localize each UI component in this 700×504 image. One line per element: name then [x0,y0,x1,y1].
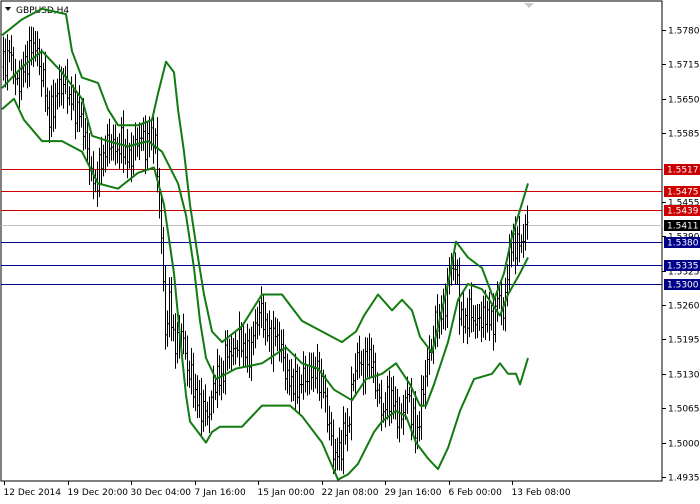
y-tick-label: 1.5130 [668,371,700,381]
price-label-text: 1.5335 [667,262,699,272]
y-tick-label: 1.5065 [668,405,700,415]
support-price-label: 1.5300 [664,279,700,291]
y-tick-label: 1.4935 [668,474,700,484]
y-tick-label: 1.5650 [668,96,700,106]
y-tick-label: 1.5000 [668,440,700,450]
chart-title: GBPUSD,H4 [16,6,69,16]
price-label-text: 1.5300 [667,281,699,291]
support-price-label: 1.5335 [664,260,700,272]
price-label-text: 1.5517 [667,166,699,176]
price-label-text: 1.5475 [667,188,699,198]
resistance-price-label: 1.5439 [664,205,700,217]
price-label-text: 1.5411 [667,222,699,232]
price-chart[interactable]: GBPUSD,H4 1.57801.57151.56501.55851.5455… [0,0,700,500]
y-tick-label: 1.5585 [668,130,700,140]
x-tick-label: 13 Feb 08:00 [512,488,571,498]
y-tick-label: 1.5780 [668,27,700,37]
y-tick-label: 1.5260 [668,302,700,312]
resistance-price-label: 1.5475 [664,186,700,198]
price-label-text: 1.5439 [667,207,699,217]
current-price-label: 1.5411 [664,220,700,232]
x-tick-label: 7 Jan 16:00 [195,488,247,498]
y-tick-label: 1.5715 [668,61,700,71]
y-tick-label: 1.5195 [668,336,700,346]
resistance-price-label: 1.5517 [664,164,700,176]
x-tick-label: 22 Jan 08:00 [322,488,379,498]
x-tick-label: 19 Dec 20:00 [68,488,129,498]
chart-window[interactable]: GBPUSD,H4 1.5780 1.5715 1.5650 1.5585 1.5455… [0,0,700,500]
support-price-label: 1.5380 [664,237,700,249]
x-tick-label: 15 Jan 00:00 [258,488,315,498]
x-tick-label: 6 Feb 00:00 [449,488,503,498]
price-label-text: 1.5380 [667,239,699,249]
x-tick-label: 29 Jan 16:00 [385,488,442,498]
x-tick-label: 30 Dec 04:00 [131,488,192,498]
x-tick-label: 12 Dec 2014 [4,488,62,498]
